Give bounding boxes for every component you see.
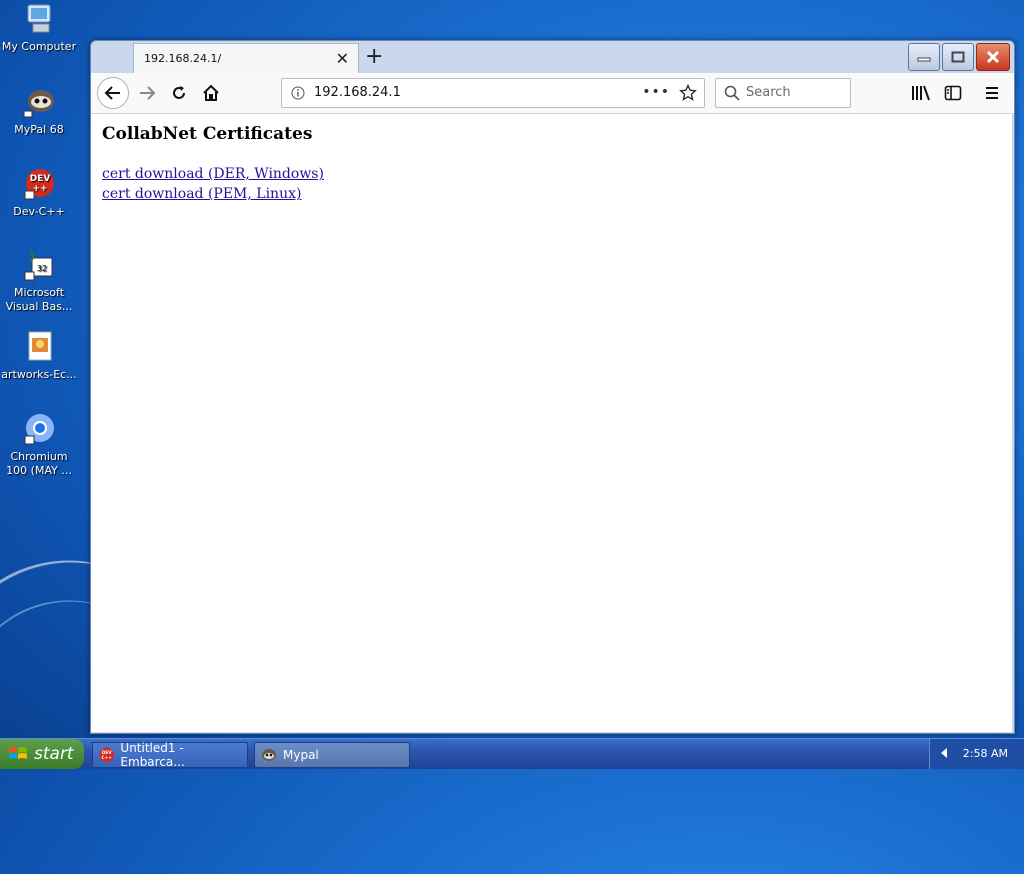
arrow-right-icon [140, 86, 156, 100]
new-tab-button[interactable]: + [365, 44, 383, 69]
sidebar-icon [944, 85, 962, 101]
desktop-icon-label: My Computer [1, 40, 77, 53]
devcpp-icon: DEVC++ [99, 747, 114, 763]
desktop-icon-visual-basic[interactable]: 32 Microsoft Visual Bas... [0, 248, 78, 314]
home-button[interactable] [197, 79, 225, 107]
library-button[interactable] [907, 79, 935, 107]
close-tab-icon[interactable]: ✕ [336, 49, 349, 68]
forward-button[interactable] [133, 79, 161, 107]
window-controls [908, 43, 1010, 71]
page-heading: CollabNet Certificates [102, 124, 313, 144]
search-bar[interactable] [715, 78, 851, 108]
svg-text:DEV: DEV [30, 174, 51, 184]
maximize-button[interactable] [942, 43, 974, 71]
start-label: start [34, 744, 74, 764]
system-tray: 2:58 AM [929, 739, 1024, 769]
hamburger-menu-icon [986, 87, 998, 99]
minimize-button[interactable] [908, 43, 940, 71]
page-actions-icon[interactable]: ••• [642, 84, 670, 100]
desktop-icon-label: MyPal 68 [14, 123, 64, 136]
clock[interactable]: 2:58 AM [963, 747, 1008, 760]
reload-button[interactable] [165, 79, 193, 107]
home-icon [203, 84, 219, 101]
browser-window: 192.168.24.1/ ✕ + 192.168.24.1 ••• Searc… [90, 40, 1015, 734]
close-window-button[interactable] [976, 43, 1010, 71]
cert-download-der-link[interactable]: cert download (DER, Windows) [102, 166, 324, 182]
desktop-icon-mypal[interactable]: MyPal 68 [0, 85, 78, 137]
vb-icon: 32 [22, 248, 56, 282]
taskbar-item-devcpp[interactable]: DEV C++ Untitled1 - Embarca... [92, 741, 248, 769]
mypal-icon [22, 85, 56, 119]
desktop-icon-label: Microsoft Visual Bas... [5, 286, 73, 313]
svg-text:C++: C++ [101, 755, 112, 761]
devcpp-icon: DEV ++ [22, 167, 56, 201]
desktop-icon-artworks[interactable]: artworks-Ec... [0, 330, 78, 382]
bookmark-star-icon[interactable] [679, 84, 697, 102]
search-icon [724, 85, 740, 101]
url-bar[interactable]: 192.168.24.1 ••• [281, 78, 705, 108]
title-bar: 192.168.24.1/ ✕ + [91, 41, 1014, 74]
tab-active[interactable]: 192.168.24.1/ ✕ [133, 43, 359, 74]
desktop-icon-label: Chromium 100 (MAY ... [6, 450, 72, 477]
page-content: CollabNet Certificates cert download (DE… [91, 114, 1012, 732]
info-icon[interactable] [291, 86, 305, 100]
menu-button[interactable] [978, 79, 1006, 107]
desktop-icon-chromium[interactable]: Chromium 100 (MAY ... [0, 412, 78, 478]
desktop-icon-my-computer[interactable]: My Computer [0, 2, 78, 54]
show-hidden-icons-icon[interactable] [940, 747, 948, 759]
svg-text:++: ++ [32, 184, 47, 194]
minimize-icon [917, 57, 931, 62]
chromium-icon [22, 412, 56, 446]
start-button[interactable]: start [0, 739, 84, 769]
computer-icon [22, 2, 56, 36]
navigation-toolbar: 192.168.24.1 ••• [91, 73, 1014, 114]
cert-download-pem-link[interactable]: cert download (PEM, Linux) [102, 186, 301, 202]
desktop-icon-devcpp[interactable]: DEV ++ Dev-C++ [0, 167, 78, 219]
desktop-icon-label: artworks-Ec... [1, 368, 77, 381]
maximize-icon [951, 51, 965, 63]
tab-title: 192.168.24.1/ [144, 52, 222, 65]
close-icon [986, 50, 1000, 64]
taskbar-item-label: Untitled1 - Embarca... [120, 741, 185, 769]
taskbar: start DEV C++ Untitled1 - Embarca... Mypa… [0, 738, 1024, 769]
library-icon [912, 85, 930, 101]
search-input[interactable] [746, 83, 844, 101]
reload-icon [173, 86, 185, 99]
windows-flag-icon [9, 747, 27, 759]
svg-text:32: 32 [37, 264, 47, 273]
sidebar-toggle-button[interactable] [939, 79, 967, 107]
taskbar-item-mypal[interactable]: Mypal [254, 742, 410, 768]
url-text: 192.168.24.1 [314, 85, 401, 100]
arrow-left-icon [104, 86, 120, 100]
mypal-icon [262, 749, 276, 761]
image-file-icon [22, 330, 56, 364]
taskbar-item-label: Mypal [283, 748, 319, 762]
desktop-icon-label: Dev-C++ [13, 205, 65, 218]
back-button[interactable] [97, 77, 129, 109]
